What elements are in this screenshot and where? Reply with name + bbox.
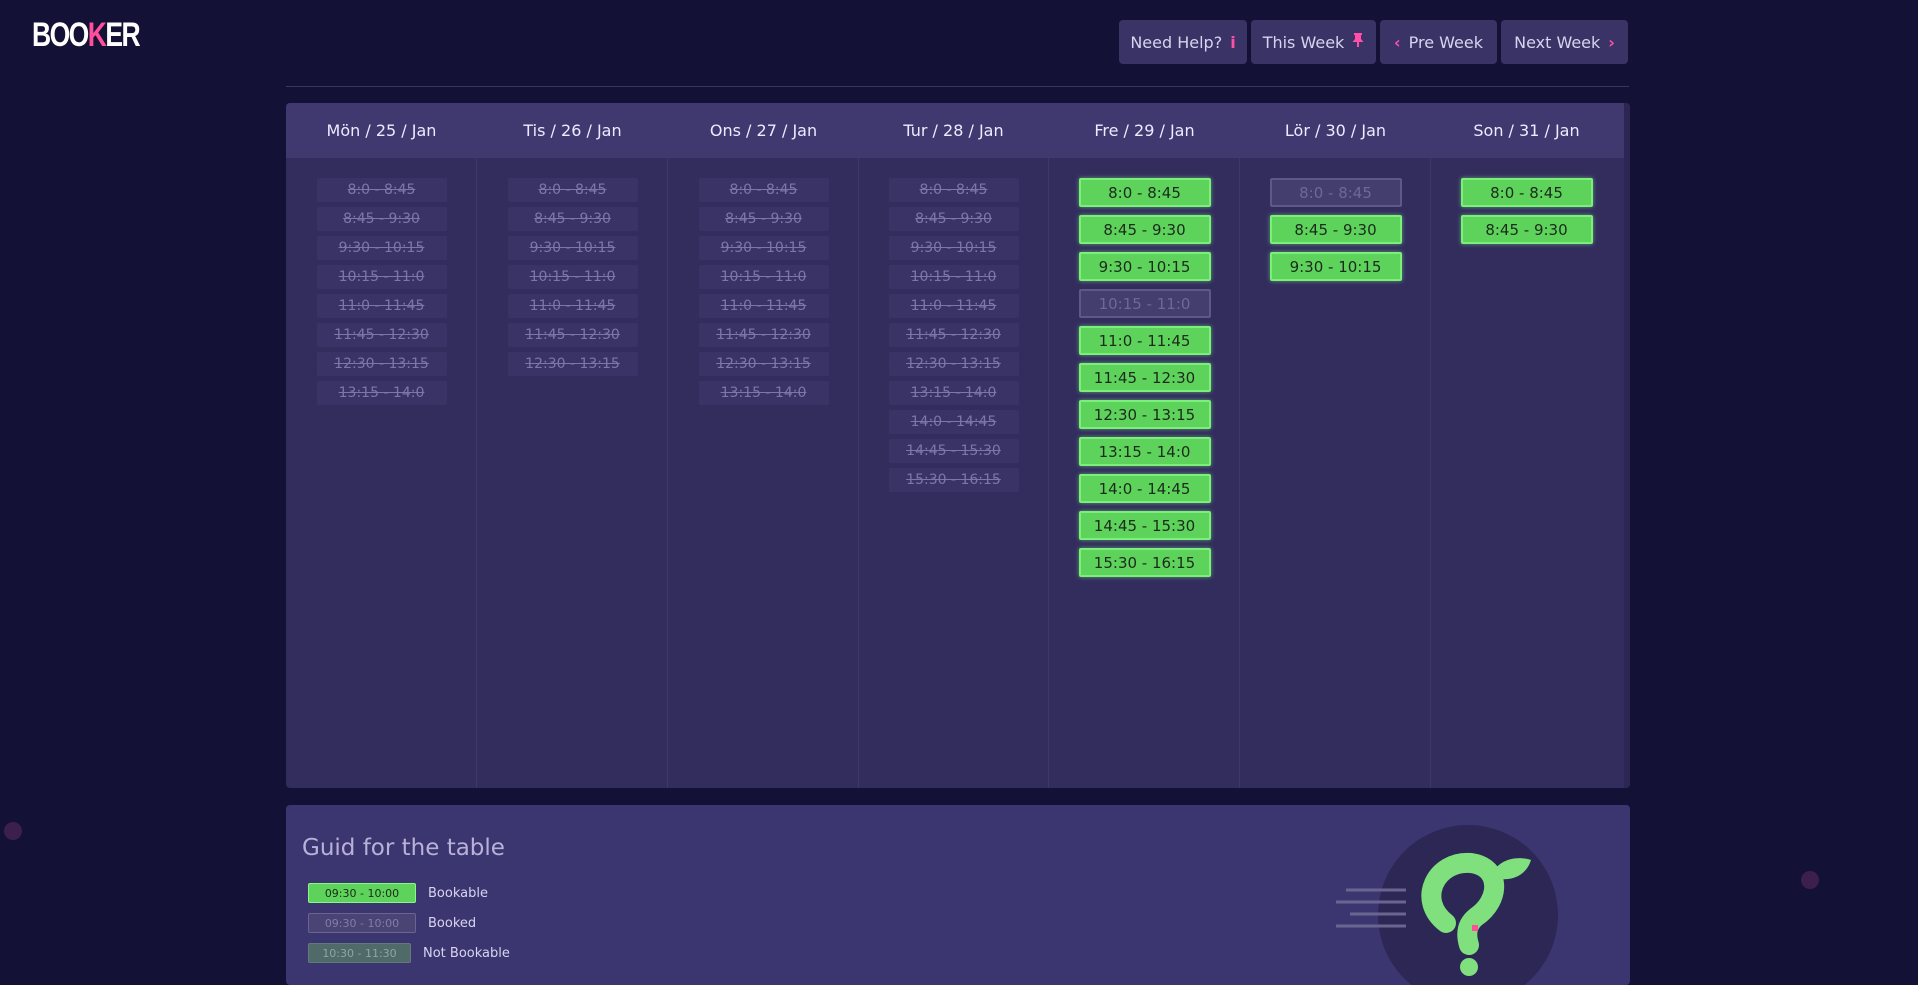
help-illustration xyxy=(1336,825,1558,985)
unavailable-slot: 11:0 - 11:45 xyxy=(507,294,638,318)
bookable-slot[interactable]: 11:0 - 11:45 xyxy=(1078,326,1211,355)
info-icon: i xyxy=(1230,32,1236,52)
slot-list: 8:0 - 8:45 8:45 - 9:30 9:30 - 10:15 10:15 -… xyxy=(668,158,859,410)
bookable-slot[interactable]: 8:45 - 9:30 xyxy=(1460,215,1593,244)
unavailable-slot: 14:0 - 14:45 xyxy=(888,410,1019,434)
unavailable-slot: 8:45 - 9:30 xyxy=(888,207,1019,231)
need-help-button[interactable]: Need Help? i xyxy=(1119,20,1247,64)
bookable-slot[interactable]: 11:45 - 12:30 xyxy=(1078,363,1211,392)
booked-slot: 10:15 - 11:0 xyxy=(1078,289,1211,318)
legend-item: 09:30 - 10:00 Booked xyxy=(308,913,476,933)
unavailable-slot: 11:45 - 12:30 xyxy=(698,323,829,347)
unavailable-slot: 9:30 - 10:15 xyxy=(316,236,447,260)
day-header: Tur / 28 / Jan xyxy=(903,121,1004,140)
unavailable-slot: 8:45 - 9:30 xyxy=(316,207,447,231)
bookable-slot[interactable]: 8:0 - 8:45 xyxy=(1078,178,1211,207)
unavailable-slot: 12:30 - 13:15 xyxy=(316,352,447,376)
bookable-slot[interactable]: 8:45 - 9:30 xyxy=(1269,215,1402,244)
unavailable-slot: 11:0 - 11:45 xyxy=(698,294,829,318)
bookable-slot[interactable]: 14:45 - 15:30 xyxy=(1078,511,1211,540)
unavailable-slot: 8:0 - 8:45 xyxy=(888,178,1019,202)
legend-sample: 09:30 - 10:00 xyxy=(308,883,416,903)
day-header: Fre / 29 / Jan xyxy=(1094,121,1195,140)
legend-sample: 10:30 - 11:30 xyxy=(308,943,411,963)
bookable-slot[interactable]: 15:30 - 16:15 xyxy=(1078,548,1211,577)
unavailable-slot: 8:0 - 8:45 xyxy=(507,178,638,202)
unavailable-slot: 12:30 - 13:15 xyxy=(888,352,1019,376)
table-guide: Guid for the table 09:30 - 10:00 Bookable… xyxy=(286,805,1630,985)
unavailable-slot: 8:45 - 9:30 xyxy=(507,207,638,231)
day-column: Fre / 29 / Jan 8:0 - 8:45 8:45 - 9:30 9:30 … xyxy=(1049,103,1240,788)
unavailable-slot: 10:15 - 11:0 xyxy=(698,265,829,289)
day-header: Tis / 26 / Jan xyxy=(523,121,622,140)
legend-item: 09:30 - 10:00 Bookable xyxy=(308,883,488,903)
unavailable-slot: 11:0 - 11:45 xyxy=(888,294,1019,318)
unavailable-slot: 12:30 - 13:15 xyxy=(507,352,638,376)
booking-table: Mön / 25 / Jan 8:0 - 8:45 8:45 - 9:30 9:30 … xyxy=(286,103,1630,788)
unavailable-slot: 11:45 - 12:30 xyxy=(888,323,1019,347)
decor-dot xyxy=(1801,871,1819,889)
day-column: Tis / 26 / Jan 8:0 - 8:45 8:45 - 9:30 9:30 … xyxy=(477,103,668,788)
bookable-slot[interactable]: 12:30 - 13:15 xyxy=(1078,400,1211,429)
unavailable-slot: 15:30 - 16:15 xyxy=(888,468,1019,492)
bookable-slot[interactable]: 9:30 - 10:15 xyxy=(1078,252,1211,281)
unavailable-slot: 10:15 - 11:0 xyxy=(316,265,447,289)
guide-title: Guid for the table xyxy=(302,835,505,861)
this-week-button[interactable]: This Week xyxy=(1251,20,1376,64)
unavailable-slot: 9:30 - 10:15 xyxy=(888,236,1019,260)
slot-list: 8:0 - 8:45 8:45 - 9:30 9:30 - 10:15 10:15 -… xyxy=(858,158,1049,497)
legend-label: Not Bookable xyxy=(423,945,510,961)
next-week-button[interactable]: Next Week › xyxy=(1501,20,1628,64)
slot-list: 8:0 - 8:45 8:45 - 9:30 9:30 - 10:15 xyxy=(1240,158,1431,289)
header-divider xyxy=(286,86,1629,87)
unavailable-slot: 9:30 - 10:15 xyxy=(507,236,638,260)
unavailable-slot: 8:0 - 8:45 xyxy=(698,178,829,202)
day-column: Tur / 28 / Jan 8:0 - 8:45 8:45 - 9:30 9:30 … xyxy=(858,103,1049,788)
slot-list: 8:0 - 8:45 8:45 - 9:30 9:30 - 10:15 10:15 -… xyxy=(1049,158,1240,585)
unavailable-slot: 12:30 - 13:15 xyxy=(698,352,829,376)
booker-logo[interactable]: BOOKER xyxy=(32,16,141,55)
day-header: Lör / 30 / Jan xyxy=(1284,121,1387,140)
slot-list: 8:0 - 8:45 8:45 - 9:30 9:30 - 10:15 10:15 -… xyxy=(286,158,477,410)
day-header: Son / 31 / Jan xyxy=(1473,121,1580,140)
unavailable-slot: 11:45 - 12:30 xyxy=(507,323,638,347)
unavailable-slot: 8:0 - 8:45 xyxy=(316,178,447,202)
bookable-slot[interactable]: 9:30 - 10:15 xyxy=(1269,252,1402,281)
legend-sample: 09:30 - 10:00 xyxy=(308,913,416,933)
bookable-slot[interactable]: 14:0 - 14:45 xyxy=(1078,474,1211,503)
chevron-left-icon: ‹ xyxy=(1394,32,1401,52)
bookable-slot[interactable]: 8:45 - 9:30 xyxy=(1078,215,1211,244)
decor-dot xyxy=(4,822,22,840)
day-column: Mön / 25 / Jan 8:0 - 8:45 8:45 - 9:30 9:30 … xyxy=(286,103,477,788)
unavailable-slot: 11:45 - 12:30 xyxy=(316,323,447,347)
legend-item: 10:30 - 11:30 Not Bookable xyxy=(308,943,510,963)
day-column: Ons / 27 / Jan 8:0 - 8:45 8:45 - 9:30 9:30 … xyxy=(668,103,859,788)
unavailable-slot: 13:15 - 14:0 xyxy=(316,381,447,405)
unavailable-slot: 8:45 - 9:30 xyxy=(698,207,829,231)
unavailable-slot: 13:15 - 14:0 xyxy=(698,381,829,405)
unavailable-slot: 9:30 - 10:15 xyxy=(698,236,829,260)
legend-label: Booked xyxy=(428,915,477,931)
unavailable-slot: 10:15 - 11:0 xyxy=(507,265,638,289)
unavailable-slot: 13:15 - 14:0 xyxy=(888,381,1019,405)
pin-icon xyxy=(1352,32,1364,52)
slot-list: 8:0 - 8:45 8:45 - 9:30 xyxy=(1431,158,1622,252)
day-header: Ons / 27 / Jan xyxy=(709,121,818,140)
day-column: Lör / 30 / Jan 8:0 - 8:45 8:45 - 9:30 9:30 … xyxy=(1240,103,1431,788)
day-column: Son / 31 / Jan 8:0 - 8:45 8:45 - 9:30 xyxy=(1431,103,1622,788)
table-scrollbar[interactable] xyxy=(1624,103,1630,788)
slot-list: 8:0 - 8:45 8:45 - 9:30 9:30 - 10:15 10:15 -… xyxy=(477,158,668,381)
legend-label: Bookable xyxy=(428,885,488,901)
unavailable-slot: 10:15 - 11:0 xyxy=(888,265,1019,289)
pre-week-button[interactable]: ‹ Pre Week xyxy=(1380,20,1497,64)
booked-slot: 8:0 - 8:45 xyxy=(1269,178,1402,207)
bookable-slot[interactable]: 8:0 - 8:45 xyxy=(1460,178,1593,207)
bookable-slot[interactable]: 13:15 - 14:0 xyxy=(1078,437,1211,466)
day-header: Mön / 25 / Jan xyxy=(326,121,437,140)
chevron-right-icon: › xyxy=(1608,32,1615,52)
unavailable-slot: 14:45 - 15:30 xyxy=(888,439,1019,463)
unavailable-slot: 11:0 - 11:45 xyxy=(316,294,447,318)
